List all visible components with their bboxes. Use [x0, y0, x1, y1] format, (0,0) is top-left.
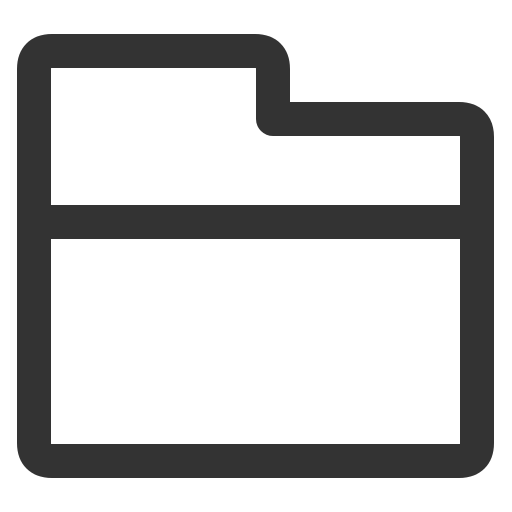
- icon-canvas: [0, 0, 512, 512]
- folder-outline: [17, 34, 494, 478]
- folder-icon: [17, 34, 494, 478]
